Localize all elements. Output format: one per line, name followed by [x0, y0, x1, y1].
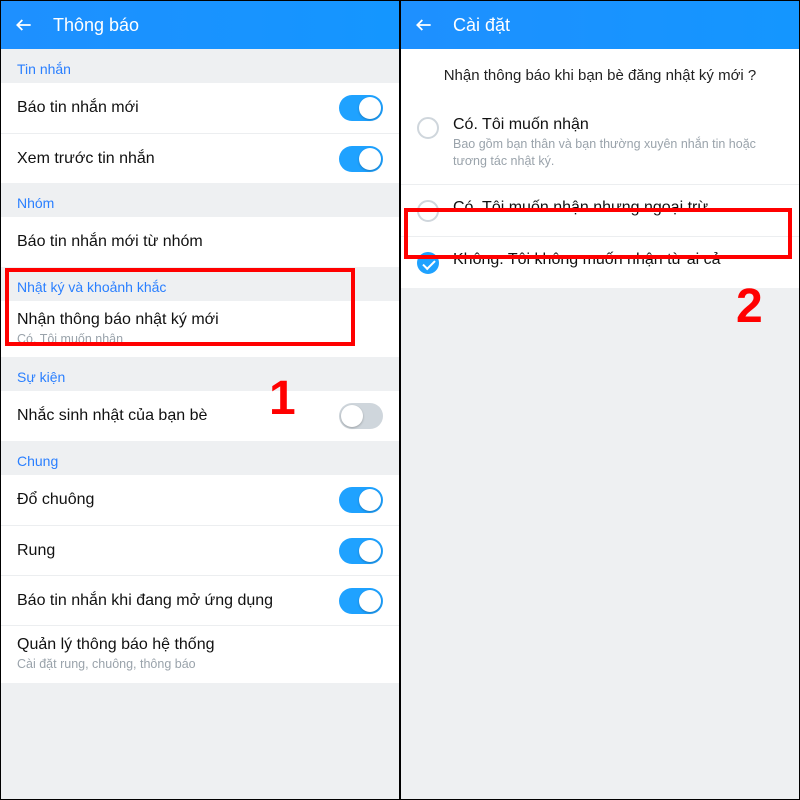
section-header-messages: Tin nhắn — [1, 49, 399, 83]
setting-row-vibrate[interactable]: Rung — [1, 525, 399, 575]
setting-row-preview-message[interactable]: Xem trước tin nhắn — [1, 133, 399, 183]
setting-row-birthday-reminder[interactable]: Nhắc sinh nhật của bạn bè — [1, 391, 399, 441]
toggle-knob — [359, 489, 381, 511]
setting-sub: Cài đặt rung, chuông, thông báo — [17, 656, 215, 672]
screen-left: Thông báo Tin nhắn Báo tin nhắn mới Xem … — [1, 1, 399, 799]
toggle-knob — [359, 540, 381, 562]
setting-label: Đổ chuông — [17, 491, 94, 509]
setting-row-timeline-notify[interactable]: Nhận thông báo nhật ký mới Có. Tôi muốn … — [1, 301, 399, 357]
option-yes-except[interactable]: Có. Tôi muốn nhận nhưng ngoại trừ — [401, 184, 799, 236]
toggle-knob — [359, 148, 381, 170]
topbar-right: Cài đặt — [401, 1, 799, 49]
setting-label: Báo tin nhắn mới từ nhóm — [17, 233, 203, 251]
section-header-timeline: Nhật ký và khoảnh khắc — [1, 267, 399, 301]
arrow-left-icon — [414, 15, 434, 35]
radio-icon — [417, 200, 439, 222]
setting-label: Nhắc sinh nhật của bạn bè — [17, 407, 207, 425]
setting-sub: Có. Tôi muốn nhận — [17, 331, 219, 347]
section-card: Báo tin nhắn mới từ nhóm — [1, 217, 399, 267]
option-sub: Bao gồm bạn thân và bạn thường xuyên nhắ… — [453, 136, 783, 170]
setting-label: Nhận thông báo nhật ký mới — [17, 311, 219, 329]
setting-row-inapp-alert[interactable]: Báo tin nhắn khi đang mở ứng dụng — [1, 575, 399, 625]
step-number-1: 1 — [269, 371, 296, 426]
section-header-general: Chung — [1, 441, 399, 475]
topbar-left: Thông báo — [1, 1, 399, 49]
option-label: Có. Tôi muốn nhận — [453, 116, 783, 134]
section-header-group: Nhóm — [1, 183, 399, 217]
toggle-preview-message[interactable] — [339, 146, 383, 172]
setting-label: Báo tin nhắn khi đang mở ứng dụng — [17, 592, 273, 610]
setting-label: Quản lý thông báo hệ thống — [17, 636, 215, 654]
question-text: Nhận thông báo khi bạn bè đăng nhật ký m… — [401, 49, 799, 102]
page-title: Thông báo — [53, 15, 139, 36]
radio-icon — [417, 117, 439, 139]
dual-screenshot-container: Thông báo Tin nhắn Báo tin nhắn mới Xem … — [0, 0, 800, 800]
screen-right: Cài đặt Nhận thông báo khi bạn bè đăng n… — [401, 1, 799, 799]
option-label: Có. Tôi muốn nhận nhưng ngoại trừ — [453, 199, 708, 217]
toggle-knob — [341, 405, 363, 427]
toggle-ring[interactable] — [339, 487, 383, 513]
arrow-left-icon — [14, 15, 34, 35]
option-yes-receive[interactable]: Có. Tôi muốn nhận Bao gồm bạn thân và bạ… — [401, 102, 799, 184]
section-header-events: Sự kiện — [1, 357, 399, 391]
setting-row-group-new-message[interactable]: Báo tin nhắn mới từ nhóm — [1, 217, 399, 267]
back-button[interactable] — [413, 14, 435, 36]
toggle-vibrate[interactable] — [339, 538, 383, 564]
options-list: Có. Tôi muốn nhận Bao gồm bạn thân và bạ… — [401, 102, 799, 288]
toggle-inapp[interactable] — [339, 588, 383, 614]
section-card: Nhắc sinh nhật của bạn bè — [1, 391, 399, 441]
section-card: Đổ chuông Rung Báo tin nhắn khi đang mở … — [1, 475, 399, 682]
section-card: Nhận thông báo nhật ký mới Có. Tôi muốn … — [1, 301, 399, 357]
option-label: Không. Tôi không muốn nhận từ ai cả — [453, 251, 720, 269]
setting-label: Rung — [17, 542, 55, 560]
toggle-birthday[interactable] — [339, 403, 383, 429]
setting-label: Xem trước tin nhắn — [17, 150, 155, 168]
toggle-new-message[interactable] — [339, 95, 383, 121]
section-card: Báo tin nhắn mới Xem trước tin nhắn — [1, 83, 399, 183]
page-title: Cài đặt — [453, 15, 510, 36]
setting-label: Báo tin nhắn mới — [17, 99, 139, 117]
setting-row-ring[interactable]: Đổ chuông — [1, 475, 399, 525]
setting-row-new-message-alert[interactable]: Báo tin nhắn mới — [1, 83, 399, 133]
step-number-2: 2 — [736, 279, 763, 334]
setting-row-system-notify[interactable]: Quản lý thông báo hệ thống Cài đặt rung,… — [1, 625, 399, 682]
toggle-knob — [359, 97, 381, 119]
toggle-knob — [359, 590, 381, 612]
radio-icon-checked — [417, 252, 439, 274]
back-button[interactable] — [13, 14, 35, 36]
